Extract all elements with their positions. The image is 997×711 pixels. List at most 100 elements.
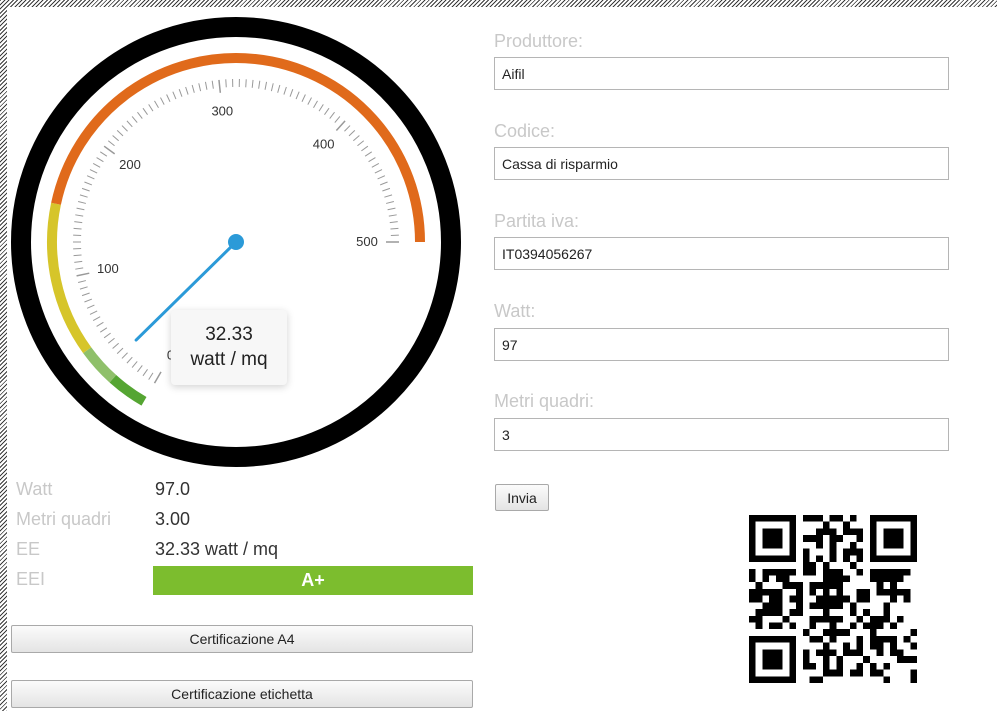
gauge-tick [382, 187, 391, 192]
eei-rating-badge: A+ [153, 566, 473, 595]
gauge-tick [204, 81, 208, 90]
certificazione-a4-button[interactable]: Certificazione A4 [11, 625, 473, 653]
gauge-hub [228, 234, 244, 250]
gauge-tick [89, 310, 98, 315]
gauge-tick [289, 89, 294, 97]
gauge-tick [348, 130, 356, 137]
gauge-tick [77, 200, 86, 204]
gauge-tick [390, 227, 399, 230]
gauge-tick [277, 84, 281, 93]
gauge-tick [96, 321, 104, 327]
gauge-tick [121, 125, 128, 132]
metri-quadri-input[interactable] [494, 418, 949, 451]
gauge-tick [387, 207, 396, 211]
gauge-tick [185, 86, 189, 95]
produttore-input[interactable] [494, 57, 949, 90]
gauge-tick [295, 91, 300, 100]
gauge-tick [92, 316, 101, 321]
gauge-tick [116, 347, 124, 354]
gauge-tick [76, 272, 90, 277]
hatched-border-top [0, 0, 997, 7]
gauge-tick [264, 81, 268, 90]
gauge-tick [178, 89, 183, 97]
gauge-tick [86, 175, 95, 180]
gauge-tick [92, 163, 101, 168]
gauge-tick [357, 140, 365, 147]
gauge-tick [384, 194, 393, 198]
gauge-tick [76, 207, 85, 211]
gauge-tick [84, 181, 93, 186]
gauge-tick [307, 97, 312, 105]
gauge-tick [379, 181, 388, 186]
produttore-label: Produttore: [494, 31, 584, 51]
gauge-readout-value: 32.33 [205, 324, 253, 345]
gauge-tick [75, 267, 84, 270]
gauge-tick [335, 120, 346, 132]
gauge-tick [142, 368, 148, 377]
gauge-tick-label: 400 [313, 137, 335, 152]
stat-row-ee: EE 32.33 watt / mq [16, 539, 476, 569]
partita-iva-label: Partita iva: [494, 211, 580, 231]
gauge-tick [81, 292, 90, 297]
gauge-tick [86, 304, 95, 309]
gauge-tick [137, 365, 143, 373]
gauge-tick [160, 97, 165, 105]
gauge-tick [318, 104, 324, 112]
watt-input[interactable] [494, 328, 949, 361]
gauge-tick [301, 94, 306, 102]
invia-button[interactable]: Invia [495, 484, 549, 511]
gauge-tick [154, 100, 159, 109]
gauge-tick [107, 337, 115, 344]
gauge-tick-label: 500 [356, 234, 378, 249]
gauge-tick [166, 94, 171, 102]
gauge-tick [172, 91, 177, 100]
gauge-tick [389, 221, 398, 224]
metri-quadri-label: Metri quadri: [494, 391, 595, 411]
gauge-tick [116, 130, 124, 137]
stats-table: Watt 97.0 Metri quadri 3.00 EE 32.33 wat… [16, 479, 476, 599]
gauge-tick [107, 140, 115, 147]
hatched-border-left [0, 0, 7, 711]
gauge-tick [386, 200, 395, 204]
gauge-tick [137, 111, 143, 119]
gauge-tick [131, 116, 138, 123]
gauge-tick [270, 83, 274, 92]
codice-input[interactable] [494, 147, 949, 180]
gauge-tick [103, 332, 111, 339]
gauge-tick [225, 79, 227, 88]
gauge-tick [191, 84, 195, 93]
gauge-tick [153, 371, 162, 384]
partita-iva-input[interactable] [494, 237, 949, 270]
gauge-tick-label: 300 [211, 104, 233, 119]
gauge-tick [79, 286, 88, 290]
stat-value: 32.33 watt / mq [155, 539, 279, 559]
gauge-readout: 32.33 watt / mq [171, 310, 287, 385]
gauge-tick [368, 157, 376, 163]
gauge-tick [99, 327, 108, 333]
gauge-tick [142, 107, 148, 116]
gauge-tick [73, 254, 82, 257]
gauge-tick [81, 187, 90, 192]
gauge-tick [126, 120, 133, 128]
gauge-tick [344, 125, 351, 132]
watt-label: Watt: [494, 301, 536, 321]
gauge-tick [218, 79, 222, 93]
gauge-tick [96, 157, 104, 163]
gauge-tick [334, 116, 341, 123]
gauge-tick [211, 80, 214, 89]
stat-label: EEI [16, 569, 46, 589]
gauge-readout-unit: watt / mq [190, 349, 268, 370]
gauge-tick [313, 100, 318, 109]
stat-label: EE [16, 539, 41, 559]
gauge-tick-label: 100 [97, 261, 119, 276]
gauge-tick [329, 111, 335, 119]
gauge-tick [74, 221, 83, 224]
gauge-tick [388, 214, 397, 217]
certificazione-etichetta-button[interactable]: Certificazione etichetta [11, 680, 473, 708]
stat-row-watt: Watt 97.0 [16, 479, 476, 509]
gauge-band-2 [47, 202, 92, 354]
stat-label: Watt [16, 479, 53, 499]
stat-value: 97.0 [155, 479, 191, 499]
gauge-tick [89, 169, 98, 174]
gauge-tick [245, 79, 247, 88]
